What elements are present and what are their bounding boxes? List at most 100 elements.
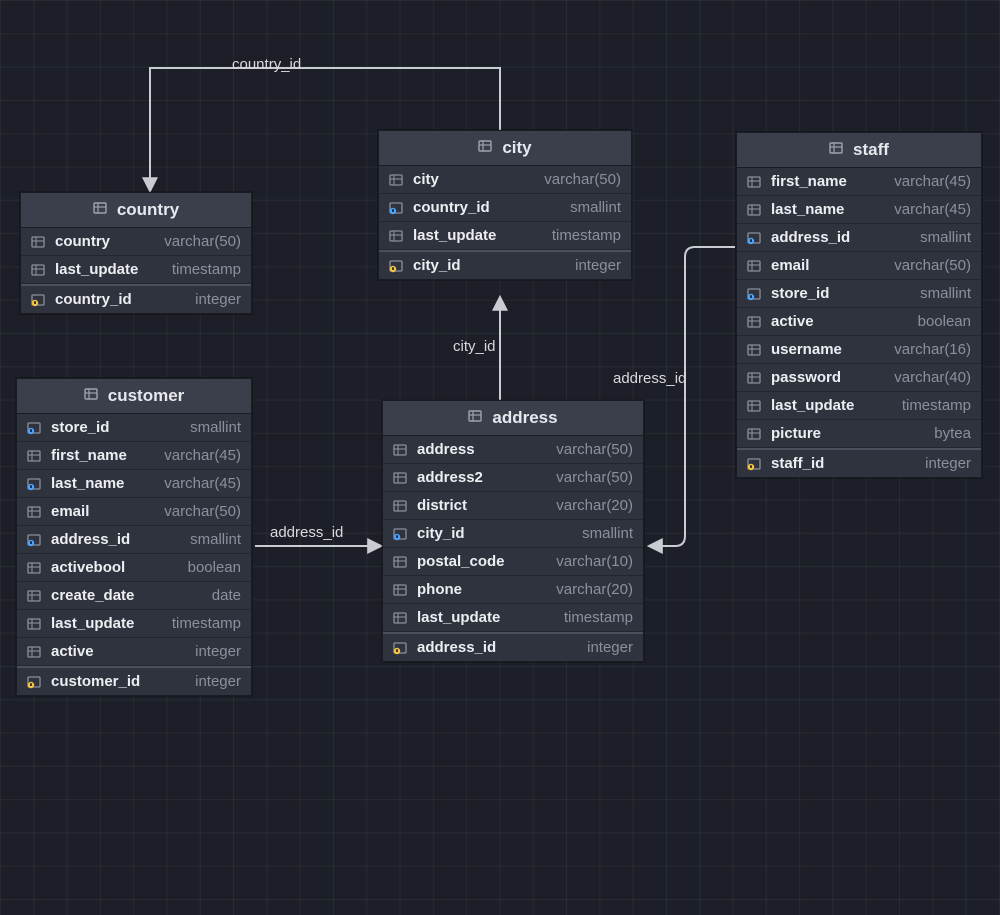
column-icon [745, 175, 765, 189]
column-name: first_name [771, 173, 847, 190]
entity-customer[interactable]: customer store_idsmallint first_namevarc… [16, 378, 252, 696]
key-icon [745, 457, 765, 471]
column-type: timestamp [854, 397, 971, 414]
column-row[interactable]: usernamevarchar(16) [737, 336, 981, 364]
column-row[interactable]: passwordvarchar(40) [737, 364, 981, 392]
foreign-key-icon [25, 421, 45, 435]
column-type: date [134, 587, 241, 604]
column-icon [387, 173, 407, 187]
column-type: integer [824, 455, 971, 472]
column-row-pk[interactable]: country_id integer [21, 284, 251, 313]
entity-header[interactable]: staff [737, 133, 981, 168]
entity-title: customer [108, 386, 185, 406]
column-row[interactable]: activeinteger [17, 638, 251, 666]
column-name: phone [417, 581, 462, 598]
column-type: smallint [829, 285, 971, 302]
column-icon [391, 443, 411, 457]
column-row[interactable]: last_namevarchar(45) [17, 470, 251, 498]
column-row[interactable]: store_idsmallint [737, 280, 981, 308]
entity-title: staff [853, 140, 889, 160]
column-row-pk[interactable]: staff_idinteger [737, 448, 981, 477]
column-row[interactable]: emailvarchar(50) [737, 252, 981, 280]
column-icon [745, 203, 765, 217]
relationship-label-address-id-customer: address_id [270, 524, 343, 541]
column-name: last_update [55, 261, 138, 278]
column-type: integer [94, 643, 241, 660]
column-row[interactable]: last_update timestamp [379, 222, 631, 250]
column-row[interactable]: last_namevarchar(45) [737, 196, 981, 224]
column-name: picture [771, 425, 821, 442]
key-icon [25, 675, 45, 689]
column-row[interactable]: activeboolboolean [17, 554, 251, 582]
column-icon [25, 561, 45, 575]
column-name: last_name [51, 475, 124, 492]
column-type: varchar(20) [467, 497, 633, 514]
column-row[interactable]: address_idsmallint [17, 526, 251, 554]
entity-header[interactable]: customer [17, 379, 251, 414]
entity-address[interactable]: address addressvarchar(50) address2varch… [382, 400, 644, 662]
column-name: password [771, 369, 841, 386]
column-row[interactable]: last_updatetimestamp [737, 392, 981, 420]
column-name: city [413, 171, 439, 188]
column-type: varchar(45) [127, 447, 241, 464]
column-row[interactable]: create_datedate [17, 582, 251, 610]
column-type: varchar(16) [842, 341, 971, 358]
entity-header[interactable]: country [21, 193, 251, 228]
column-row[interactable]: store_idsmallint [17, 414, 251, 442]
column-type: timestamp [496, 227, 621, 244]
table-icon [84, 386, 100, 406]
column-type: varchar(50) [475, 441, 633, 458]
entity-header[interactable]: address [383, 401, 643, 436]
key-icon [391, 641, 411, 655]
column-row[interactable]: last_update timestamp [21, 256, 251, 284]
table-icon [829, 140, 845, 160]
column-row[interactable]: city varchar(50) [379, 166, 631, 194]
column-name: first_name [51, 447, 127, 464]
column-row[interactable]: first_namevarchar(45) [17, 442, 251, 470]
entity-country[interactable]: country country varchar(50) last_update … [20, 192, 252, 314]
column-type: varchar(50) [110, 233, 241, 250]
column-icon [25, 617, 45, 631]
column-row-pk[interactable]: address_idinteger [383, 632, 643, 661]
column-icon [391, 583, 411, 597]
entity-staff[interactable]: staff first_namevarchar(45) last_namevar… [736, 132, 982, 478]
column-row[interactable]: last_updatetimestamp [17, 610, 251, 638]
column-name: country [55, 233, 110, 250]
entity-title: country [117, 200, 179, 220]
column-row[interactable]: districtvarchar(20) [383, 492, 643, 520]
entity-header[interactable]: city [379, 131, 631, 166]
column-row[interactable]: first_namevarchar(45) [737, 168, 981, 196]
column-row[interactable]: addressvarchar(50) [383, 436, 643, 464]
column-name: active [51, 643, 94, 660]
relationship-label-city-id: city_id [453, 338, 496, 355]
column-row[interactable]: activeboolean [737, 308, 981, 336]
column-name: last_update [413, 227, 496, 244]
column-icon [745, 371, 765, 385]
column-row[interactable]: city_idsmallint [383, 520, 643, 548]
column-type: boolean [125, 559, 241, 576]
column-row[interactable]: phonevarchar(20) [383, 576, 643, 604]
key-icon [29, 293, 49, 307]
column-name: address_id [771, 229, 850, 246]
column-row[interactable]: country varchar(50) [21, 228, 251, 256]
column-row[interactable]: postal_codevarchar(10) [383, 548, 643, 576]
entity-title: city [502, 138, 531, 158]
column-icon [387, 229, 407, 243]
column-type: smallint [465, 525, 633, 542]
column-name: address [417, 441, 475, 458]
column-row[interactable]: last_updatetimestamp [383, 604, 643, 632]
column-row-pk[interactable]: customer_idinteger [17, 666, 251, 695]
column-row[interactable]: address2varchar(50) [383, 464, 643, 492]
column-row[interactable]: emailvarchar(50) [17, 498, 251, 526]
column-row[interactable]: address_idsmallint [737, 224, 981, 252]
column-icon [391, 499, 411, 513]
entity-city[interactable]: city city varchar(50) country_id smallin… [378, 130, 632, 280]
column-name: active [771, 313, 814, 330]
column-row-pk[interactable]: city_id integer [379, 250, 631, 279]
column-row[interactable]: country_id smallint [379, 194, 631, 222]
column-row[interactable]: picturebytea [737, 420, 981, 448]
column-name: last_update [771, 397, 854, 414]
table-icon [468, 408, 484, 428]
column-type: boolean [814, 313, 971, 330]
column-icon [25, 589, 45, 603]
